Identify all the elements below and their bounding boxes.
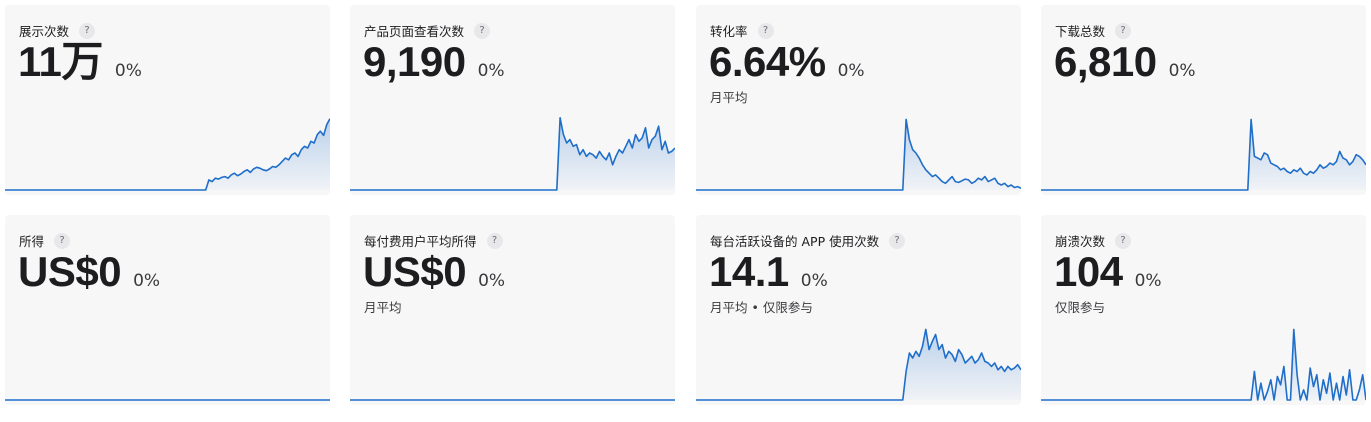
metric-value-row: 104 0%	[1054, 251, 1162, 293]
help-icon[interactable]: ?	[889, 232, 906, 249]
sparkline-area	[1041, 329, 1366, 400]
help-icon[interactable]: ?	[1115, 232, 1132, 249]
trend-sparkline	[5, 399, 330, 401]
metric-card[interactable]: 崩溃次数? 104 0% 仅限参与	[1041, 215, 1366, 405]
metric-value: 6.64%	[709, 38, 826, 85]
metric-change: 0%	[1168, 61, 1196, 81]
help-icon[interactable]: ?	[54, 232, 71, 249]
sparkline-area	[696, 329, 1021, 400]
metric-value: US$0	[18, 248, 122, 295]
metric-card[interactable]: 下载总数? 6,810 0%	[1041, 5, 1366, 195]
trend-sparkline	[696, 118, 1021, 191]
metric-value-row: 11万 0%	[18, 41, 142, 83]
metric-card[interactable]: 每付费用户平均所得? US$0 0% 月平均	[350, 215, 675, 405]
metric-change: 0%	[114, 61, 142, 81]
trend-sparkline	[350, 117, 675, 191]
help-icon[interactable]: ?	[474, 22, 491, 39]
metric-value-row: US$0 0%	[363, 251, 505, 293]
metric-value-row: US$0 0%	[18, 251, 160, 293]
metric-card[interactable]: 产品页面查看次数? 9,190 0%	[350, 5, 675, 195]
metric-value-row: 6,810 0%	[1054, 41, 1196, 83]
metric-value: 11万	[18, 38, 103, 85]
metric-value: 9,190	[363, 38, 466, 85]
metric-value-row: 14.1 0%	[709, 251, 828, 293]
sparkline-area	[350, 117, 675, 190]
metric-card[interactable]: 所得? US$0 0%	[5, 215, 330, 405]
trend-sparkline	[1041, 328, 1366, 401]
trend-sparkline	[696, 328, 1021, 401]
help-icon[interactable]: ?	[79, 22, 96, 39]
metric-card[interactable]: 每台活跃设备的 APP 使用次数? 14.1 0% 月平均 • 仅限参与	[696, 215, 1021, 405]
metric-value: 14.1	[709, 248, 789, 295]
metric-card[interactable]: 转化率? 6.64% 0% 月平均	[696, 5, 1021, 195]
trend-sparkline	[5, 118, 330, 191]
metric-value: 104	[1054, 248, 1123, 295]
sparkline-area	[1041, 119, 1366, 190]
metric-change: 0%	[1134, 271, 1162, 291]
metric-change: 0%	[133, 271, 161, 291]
metric-value-row: 6.64% 0%	[709, 41, 865, 83]
metric-change: 0%	[478, 271, 506, 291]
help-icon[interactable]: ?	[757, 22, 774, 39]
help-icon[interactable]: ?	[1115, 22, 1132, 39]
metric-change: 0%	[477, 61, 505, 81]
metric-card[interactable]: 展示次数? 11万 0%	[5, 5, 330, 195]
sparkline-line	[696, 118, 1021, 191]
metric-value: 6,810	[1054, 38, 1157, 85]
trend-sparkline	[1041, 118, 1366, 191]
metric-value: US$0	[363, 248, 467, 295]
sparkline-area	[5, 118, 330, 190]
metric-value-row: 9,190 0%	[363, 41, 505, 83]
metric-change: 0%	[800, 271, 828, 291]
metric-change: 0%	[837, 61, 865, 81]
help-icon[interactable]: ?	[486, 232, 503, 249]
trend-sparkline	[350, 399, 675, 401]
sparkline-area	[696, 119, 1021, 190]
